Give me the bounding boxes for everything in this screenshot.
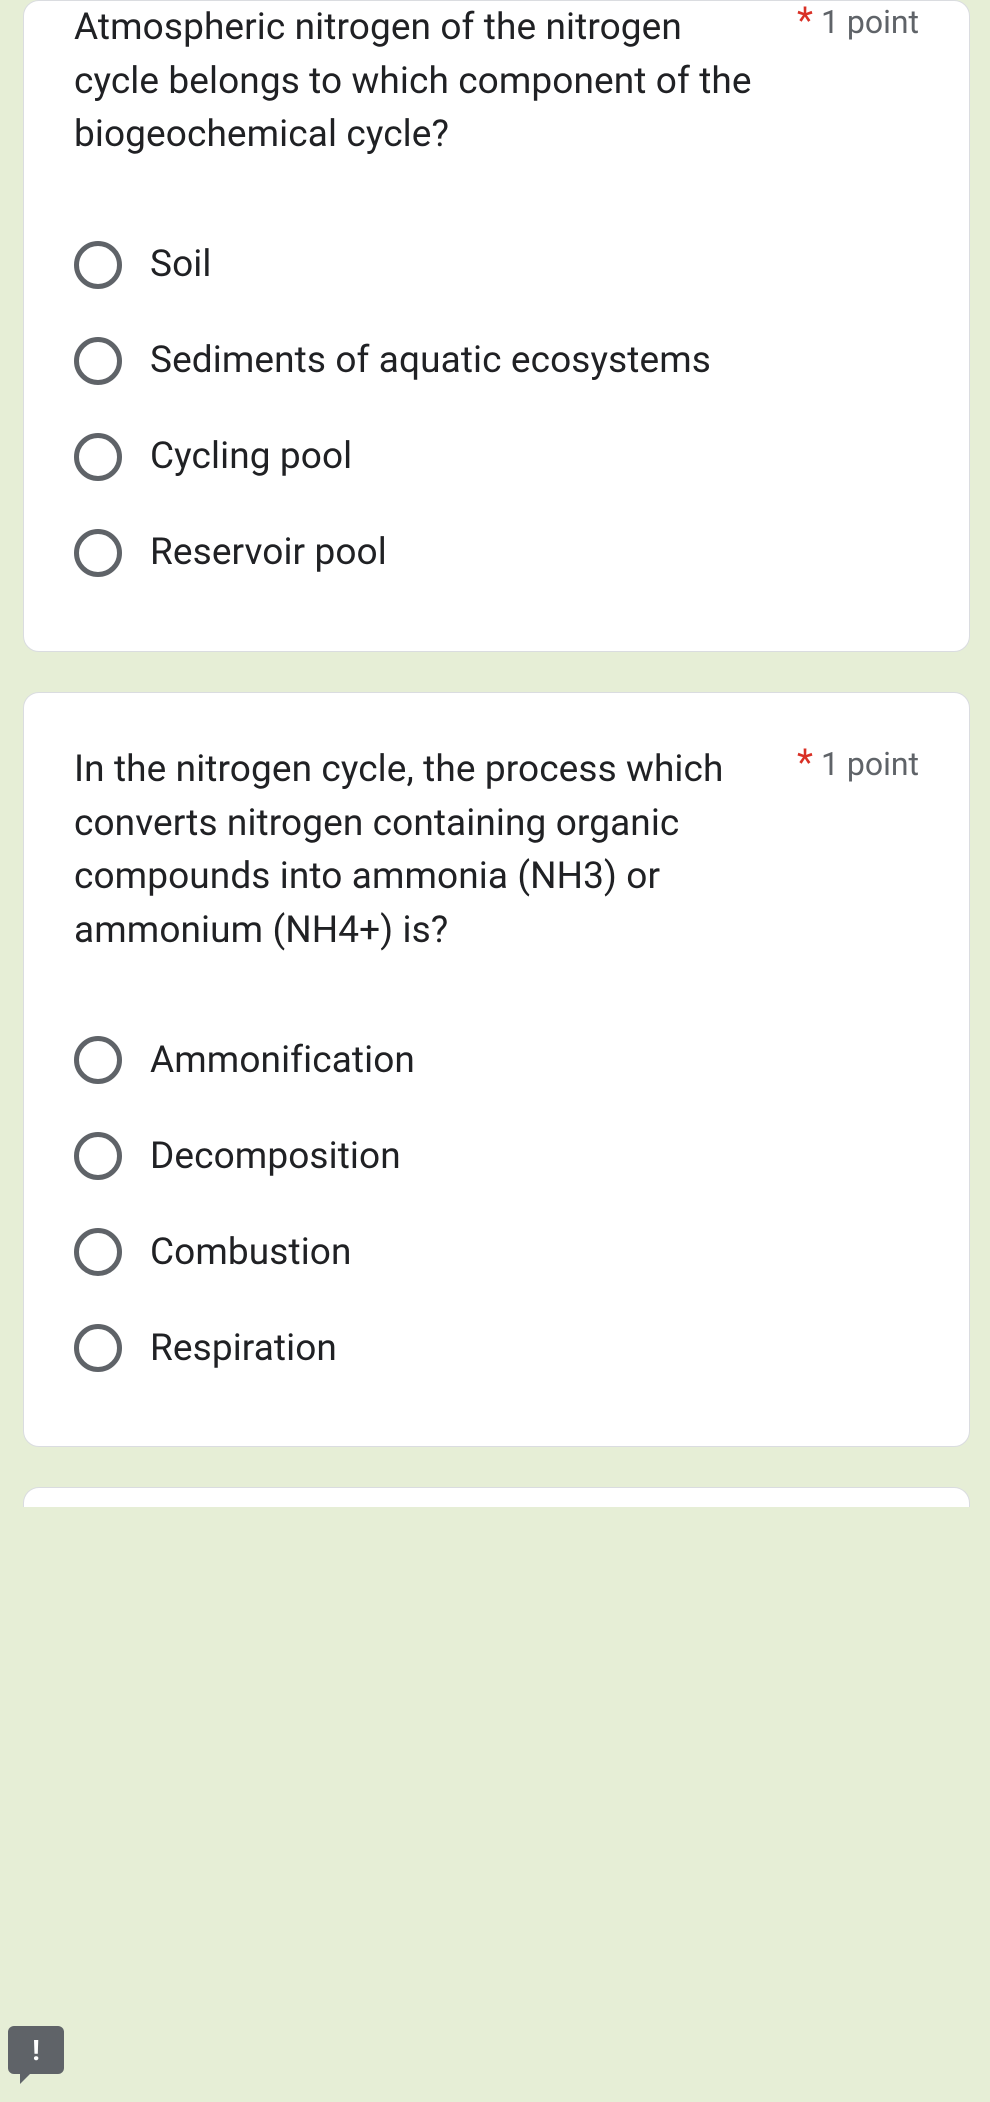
- points-label: 1 point: [821, 745, 919, 783]
- required-asterisk-icon: *: [797, 745, 813, 782]
- radio-circle-icon: [74, 241, 122, 289]
- option-label: Reservoir pool: [150, 531, 387, 574]
- radio-circle-icon: [74, 1324, 122, 1372]
- radio-circle-icon: [74, 337, 122, 385]
- radio-circle-icon: [74, 1036, 122, 1084]
- radio-option-cycling-pool[interactable]: Cycling pool: [74, 409, 919, 505]
- question-header: In the nitrogen cycle, the process which…: [74, 743, 919, 958]
- option-label: Ammonification: [150, 1039, 415, 1082]
- radio-option-ammonification[interactable]: Ammonification: [74, 1012, 919, 1108]
- radio-option-respiration[interactable]: Respiration: [74, 1300, 919, 1396]
- question-card-2: In the nitrogen cycle, the process which…: [23, 692, 970, 1448]
- options-container: Ammonification Decomposition Combustion …: [74, 1012, 919, 1396]
- radio-option-decomposition[interactable]: Decomposition: [74, 1108, 919, 1204]
- question-card-1: Atmospheric nitrogen of the nitrogen cyc…: [23, 0, 970, 652]
- option-label: Combustion: [150, 1231, 352, 1274]
- question-header: Atmospheric nitrogen of the nitrogen cyc…: [74, 1, 919, 162]
- radio-circle-icon: [74, 529, 122, 577]
- points-wrapper: * 1 point: [797, 745, 919, 783]
- option-label: Decomposition: [150, 1135, 401, 1178]
- options-container: Soil Sediments of aquatic ecosystems Cyc…: [74, 217, 919, 601]
- radio-option-reservoir-pool[interactable]: Reservoir pool: [74, 505, 919, 601]
- option-label: Sediments of aquatic ecosystems: [150, 339, 711, 382]
- radio-circle-icon: [74, 433, 122, 481]
- question-text: In the nitrogen cycle, the process which…: [74, 743, 767, 958]
- points-wrapper: * 1 point: [797, 3, 919, 41]
- required-asterisk-icon: *: [797, 3, 813, 40]
- question-text: Atmospheric nitrogen of the nitrogen cyc…: [74, 1, 767, 162]
- radio-circle-icon: [74, 1228, 122, 1276]
- radio-option-soil[interactable]: Soil: [74, 217, 919, 313]
- feedback-button[interactable]: !: [8, 2026, 64, 2074]
- partial-card: [23, 1487, 970, 1507]
- option-label: Respiration: [150, 1327, 337, 1370]
- radio-option-sediments[interactable]: Sediments of aquatic ecosystems: [74, 313, 919, 409]
- radio-circle-icon: [74, 1132, 122, 1180]
- exclamation-icon: !: [32, 2034, 40, 2067]
- points-label: 1 point: [821, 3, 919, 41]
- option-label: Soil: [150, 243, 211, 286]
- option-label: Cycling pool: [150, 435, 352, 478]
- radio-option-combustion[interactable]: Combustion: [74, 1204, 919, 1300]
